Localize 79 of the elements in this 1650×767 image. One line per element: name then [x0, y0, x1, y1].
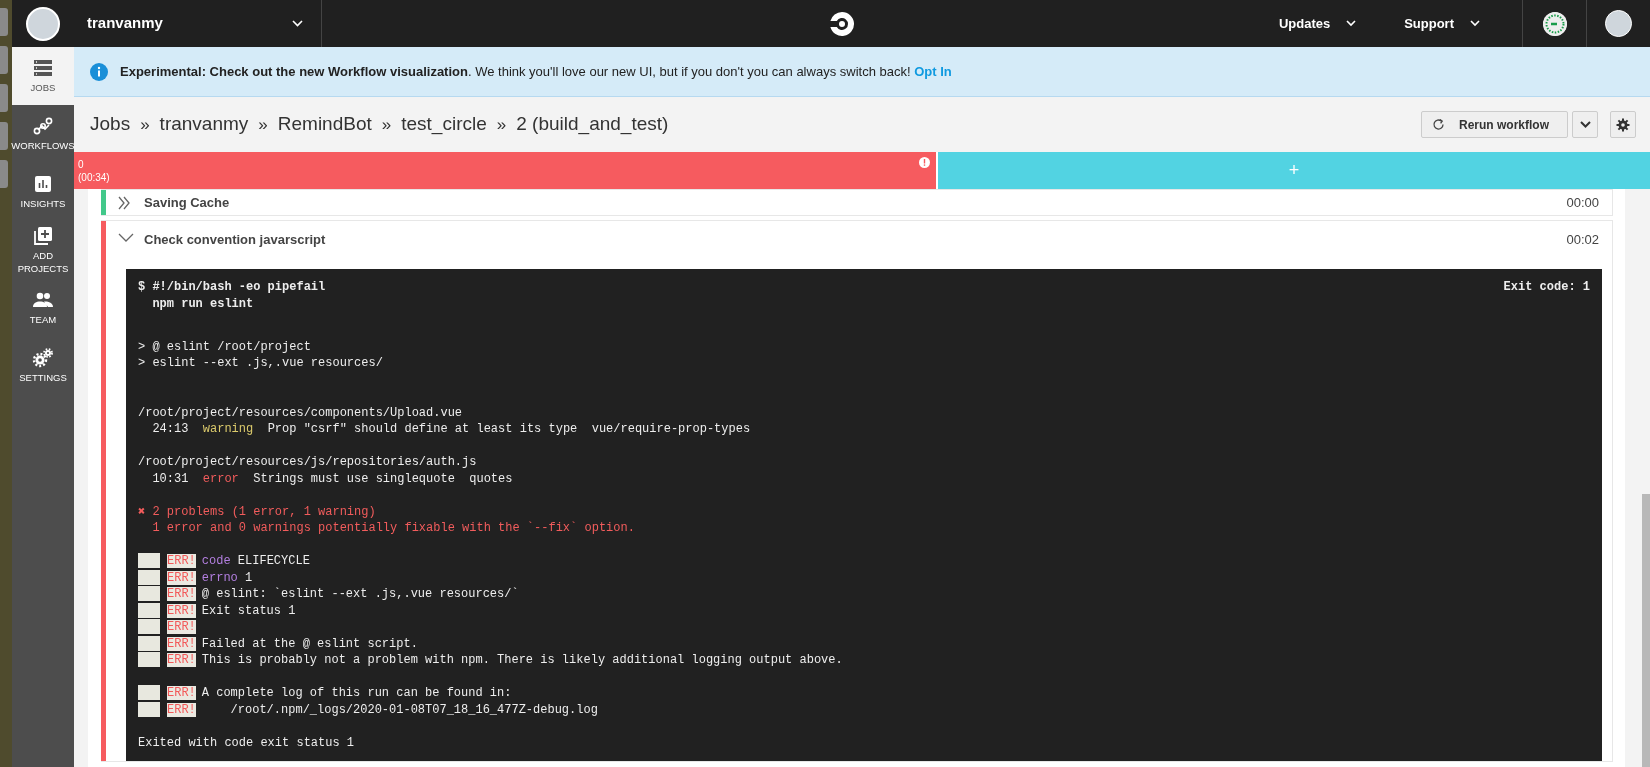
chevron-down-icon	[1579, 121, 1591, 128]
banner-message: Experimental: Check out the new Workflow visualization. We think you'll love our new UI, but if you don't you can always switch back! Opt In	[120, 62, 952, 81]
alert-icon	[919, 157, 930, 168]
log-line: 10:31 error Strings must use singlequote quotes	[151, 471, 513, 486]
error-tag: ERR!	[167, 554, 196, 568]
breadcrumb-separator: »	[140, 113, 150, 136]
npm-prefix-block	[138, 619, 160, 635]
npm-prefix-block	[138, 652, 160, 668]
npm-prefix-block	[138, 685, 160, 701]
log-line: /root/project/resources/js/repositories/auth.js	[138, 455, 477, 469]
log-line: > eslint --ext .js,.vue resources/	[138, 356, 383, 370]
log-line: This is probably not a problem with npm. There is likely additional logging output above.	[201, 653, 843, 667]
gauge-icon[interactable]	[1542, 11, 1567, 36]
info-icon	[90, 62, 108, 81]
menu-button[interactable]: Support	[1398, 12, 1486, 35]
step-duration: 00:02	[1566, 231, 1599, 250]
breadcrumb-link[interactable]: Jobs	[90, 110, 131, 139]
chevron-down-icon[interactable]	[292, 20, 303, 27]
log-line: Exit status 1	[201, 603, 296, 618]
error-tag: ERR!	[167, 702, 196, 717]
sidebar-item[interactable]: INSIGHTS	[12, 163, 74, 221]
sidebar-item[interactable]: ADD PROJECTS	[12, 221, 74, 279]
chevron-down-icon	[1346, 20, 1357, 27]
error-tag: ERR!	[167, 587, 196, 601]
npm-prefix-block	[138, 602, 160, 618]
npm-prefix-block	[138, 701, 160, 717]
log-line: code ELIFECYCLE	[201, 554, 310, 568]
log-line: 1 error and 0 warnings potentially fixable with the `--fix` option.	[151, 521, 635, 535]
error-tag: ERR!	[167, 620, 196, 634]
error-tag: ERR!	[167, 603, 196, 618]
log-line: /root/.npm/_logs/2020-01-08T07_18_16_477Z-debug.log	[229, 702, 598, 717]
step-name[interactable]: Check convention javarscript	[144, 230, 326, 250]
error-tag: ERR!	[167, 686, 196, 700]
breadcrumb-separator: »	[258, 113, 268, 136]
breadcrumb-link[interactable]: test_circle	[401, 110, 487, 139]
breadcrumb-link[interactable]: tranvanmy	[159, 110, 249, 139]
avatar-icon[interactable]	[1605, 10, 1632, 37]
settings-button[interactable]	[1610, 111, 1636, 138]
dropdown-button[interactable]	[1572, 111, 1598, 138]
log-line: errno 1	[201, 570, 253, 585]
command-line: $ #!/bin/bash -eo pipefail	[138, 279, 326, 296]
npm-prefix-block	[138, 553, 160, 569]
scrollbar-thumb[interactable]	[1642, 494, 1650, 767]
gears-icon	[32, 347, 54, 370]
sidebar-item[interactable]: WORKFLOWS	[12, 105, 74, 163]
exit-code: Exit code: 1	[1503, 279, 1590, 296]
chevron-down-icon	[1470, 20, 1480, 27]
npm-prefix-block	[138, 635, 160, 651]
add-project-icon	[32, 225, 54, 248]
error-tag: ERR!	[167, 636, 196, 651]
sidebar-item[interactable]: SETTINGS	[12, 337, 74, 395]
step-name[interactable]: Saving Cache	[144, 192, 230, 213]
sidebar-item[interactable]: TEAM	[12, 279, 74, 337]
breadcrumb-separator: »	[381, 113, 392, 136]
menu-button[interactable]: Updates	[1272, 12, 1363, 35]
log-line: A complete log of this run can be found in:	[201, 686, 512, 700]
error-tag: ERR!	[167, 570, 196, 585]
organization-name[interactable]: tranvanmy	[87, 12, 163, 35]
error-tag: ERR!	[167, 653, 196, 667]
logo-icon[interactable]	[829, 10, 856, 37]
log-line: /root/project/resources/components/Upload.vue	[138, 405, 463, 420]
rerun-workflow-button[interactable]: Rerun workflow	[1421, 111, 1568, 138]
log-line: @ eslint: `eslint --ext .js,.vue resources/`	[201, 587, 519, 601]
breadcrumb-link[interactable]: RemindBot	[277, 110, 372, 139]
npm-prefix-block	[138, 569, 160, 585]
log-line: Exited with code exit status 1	[138, 735, 355, 750]
command-line: npm run eslint	[151, 295, 254, 312]
gear-icon	[1616, 117, 1630, 132]
sidebar-item[interactable]: JOBS	[12, 47, 74, 105]
step-duration: 00:00	[1566, 193, 1599, 212]
breadcrumb-separator: »	[496, 113, 507, 136]
log-line: 24:13 warning Prop "csrf" should define at least its type vue/require-prop-types	[151, 422, 751, 436]
log-line: Failed at the @ eslint script.	[201, 636, 418, 651]
npm-prefix-block	[138, 586, 160, 602]
log-line: ✖ 2 problems (1 error, 1 warning)	[138, 504, 376, 519]
breadcrumb-link[interactable]: 2 (build_and_test)	[516, 110, 669, 139]
log-line: > @ eslint /root/project	[138, 339, 311, 354]
avatar-icon[interactable]	[26, 6, 60, 41]
refresh-icon	[1432, 118, 1445, 131]
